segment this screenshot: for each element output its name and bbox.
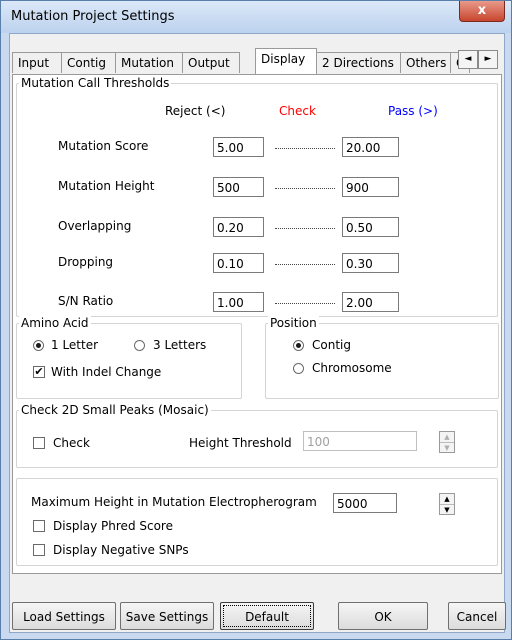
small-peaks-group-label: Check 2D Small Peaks (Mosaic) (19, 403, 211, 417)
tab-2-directions[interactable]: 2 Directions (316, 52, 402, 73)
amino-1-letter-radio[interactable] (33, 340, 44, 351)
check-header: Check (279, 104, 316, 118)
max-height-label: Maximum Height in Mutation Electropherog… (31, 495, 317, 509)
negative-snps-label[interactable]: Display Negative SNPs (53, 543, 189, 557)
indel-change-checkbox[interactable]: ✔ (33, 366, 45, 378)
mutation-height-reject-input[interactable]: 500 (213, 177, 264, 197)
small-peaks-group: Check 2D Small Peaks (Mosaic) Check Heig… (16, 403, 498, 468)
thresholds-group-label: Mutation Call Thresholds (19, 76, 172, 90)
dropping-divider (275, 264, 335, 265)
tab-scroll-right-icon[interactable]: ► (478, 50, 498, 69)
tab-input[interactable]: Input (12, 52, 62, 73)
sn-ratio-reject-input[interactable]: 1.00 (213, 292, 264, 312)
spinner-up-icon[interactable]: ▲ (440, 494, 454, 504)
tab-contig[interactable]: Contig (61, 52, 116, 73)
amino-acid-group-label: Amino Acid (19, 316, 91, 330)
height-threshold-input[interactable]: 100 (303, 431, 417, 451)
tab-mutation[interactable]: Mutation (115, 52, 183, 73)
position-chromosome-label[interactable]: Chromosome (312, 361, 392, 375)
amino-3-letters-radio[interactable] (134, 340, 145, 351)
close-button[interactable]: x (459, 1, 505, 22)
overlapping-divider (275, 228, 335, 229)
amino-acid-group: Amino Acid 1 Letter 3 Letters ✔ With Ind… (16, 316, 242, 399)
overlapping-pass-input[interactable]: 0.50 (342, 217, 399, 237)
height-threshold-spinner[interactable]: ▲ ▼ (439, 431, 455, 453)
height-threshold-label: Height Threshold (189, 436, 292, 450)
mutation-score-reject-input[interactable]: 5.00 (213, 137, 264, 157)
sn-ratio-pass-input[interactable]: 2.00 (342, 292, 399, 312)
ok-button[interactable]: OK (338, 602, 428, 630)
amino-1-letter-label[interactable]: 1 Letter (51, 338, 98, 352)
overlapping-reject-input[interactable]: 0.20 (213, 217, 264, 237)
sn-ratio-label: S/N Ratio (58, 294, 114, 308)
mutation-height-pass-input[interactable]: 900 (342, 177, 399, 197)
default-button[interactable]: Default (220, 602, 314, 630)
tab-scroll-left-icon[interactable]: ◄ (458, 50, 478, 69)
tab-output[interactable]: Output (182, 52, 240, 73)
title-bar: Mutation Project Settings x (1, 1, 511, 33)
settings-dialog: Mutation Project Settings x Input Contig… (0, 0, 512, 640)
overlapping-label: Overlapping (58, 219, 132, 233)
thresholds-group: Mutation Call Thresholds Reject (<) Chec… (16, 76, 498, 317)
reject-header: Reject (<) (165, 104, 226, 118)
dropping-label: Dropping (58, 255, 114, 269)
spinner-up-icon[interactable]: ▲ (440, 432, 454, 442)
check-mark-icon: ✔ (34, 365, 44, 378)
pass-header: Pass (>) (388, 104, 438, 118)
mutation-score-label: Mutation Score (58, 139, 149, 153)
tab-strip: Input Contig Mutation Output Display 2 D… (12, 48, 502, 74)
mutation-score-divider (275, 148, 335, 149)
window-title: Mutation Project Settings (11, 9, 175, 24)
phred-score-checkbox[interactable] (33, 520, 45, 532)
phred-score-label[interactable]: Display Phred Score (53, 519, 173, 533)
position-group: Position Contig Chromosome (265, 316, 499, 399)
max-height-spinner[interactable]: ▲ ▼ (439, 493, 455, 515)
cancel-button[interactable]: Cancel (448, 602, 506, 630)
display-options-group: Maximum Height in Mutation Electropherog… (16, 478, 498, 566)
spinner-down-icon[interactable]: ▼ (440, 504, 454, 515)
amino-3-letters-label[interactable]: 3 Letters (153, 338, 206, 352)
position-chromosome-radio[interactable] (293, 363, 304, 374)
mutation-height-label: Mutation Height (58, 179, 155, 193)
spinner-down-icon[interactable]: ▼ (440, 442, 454, 453)
mutation-score-pass-input[interactable]: 20.00 (342, 137, 399, 157)
position-contig-label[interactable]: Contig (312, 338, 351, 352)
max-height-input[interactable]: 5000 (333, 493, 397, 513)
load-settings-button[interactable]: Load Settings (12, 602, 116, 630)
sn-ratio-divider (275, 303, 335, 304)
indel-change-label[interactable]: With Indel Change (51, 365, 161, 379)
display-tab-panel: Mutation Call Thresholds Reject (<) Chec… (12, 74, 502, 574)
small-peaks-check-label[interactable]: Check (53, 436, 90, 450)
position-group-label: Position (268, 316, 319, 330)
dropping-pass-input[interactable]: 0.30 (342, 253, 399, 273)
tab-display[interactable]: Display (255, 48, 317, 74)
position-contig-radio[interactable] (293, 340, 304, 351)
negative-snps-checkbox[interactable] (33, 544, 45, 556)
small-peaks-checkbox[interactable] (33, 437, 45, 449)
mutation-height-divider (275, 188, 335, 189)
dropping-reject-input[interactable]: 0.10 (213, 253, 264, 273)
tab-scroll-buttons: ◄ ► (458, 50, 500, 69)
save-settings-button[interactable]: Save Settings (120, 602, 214, 630)
tab-others[interactable]: Others (400, 52, 454, 73)
dialog-client-area: Input Contig Mutation Output Display 2 D… (9, 33, 506, 633)
